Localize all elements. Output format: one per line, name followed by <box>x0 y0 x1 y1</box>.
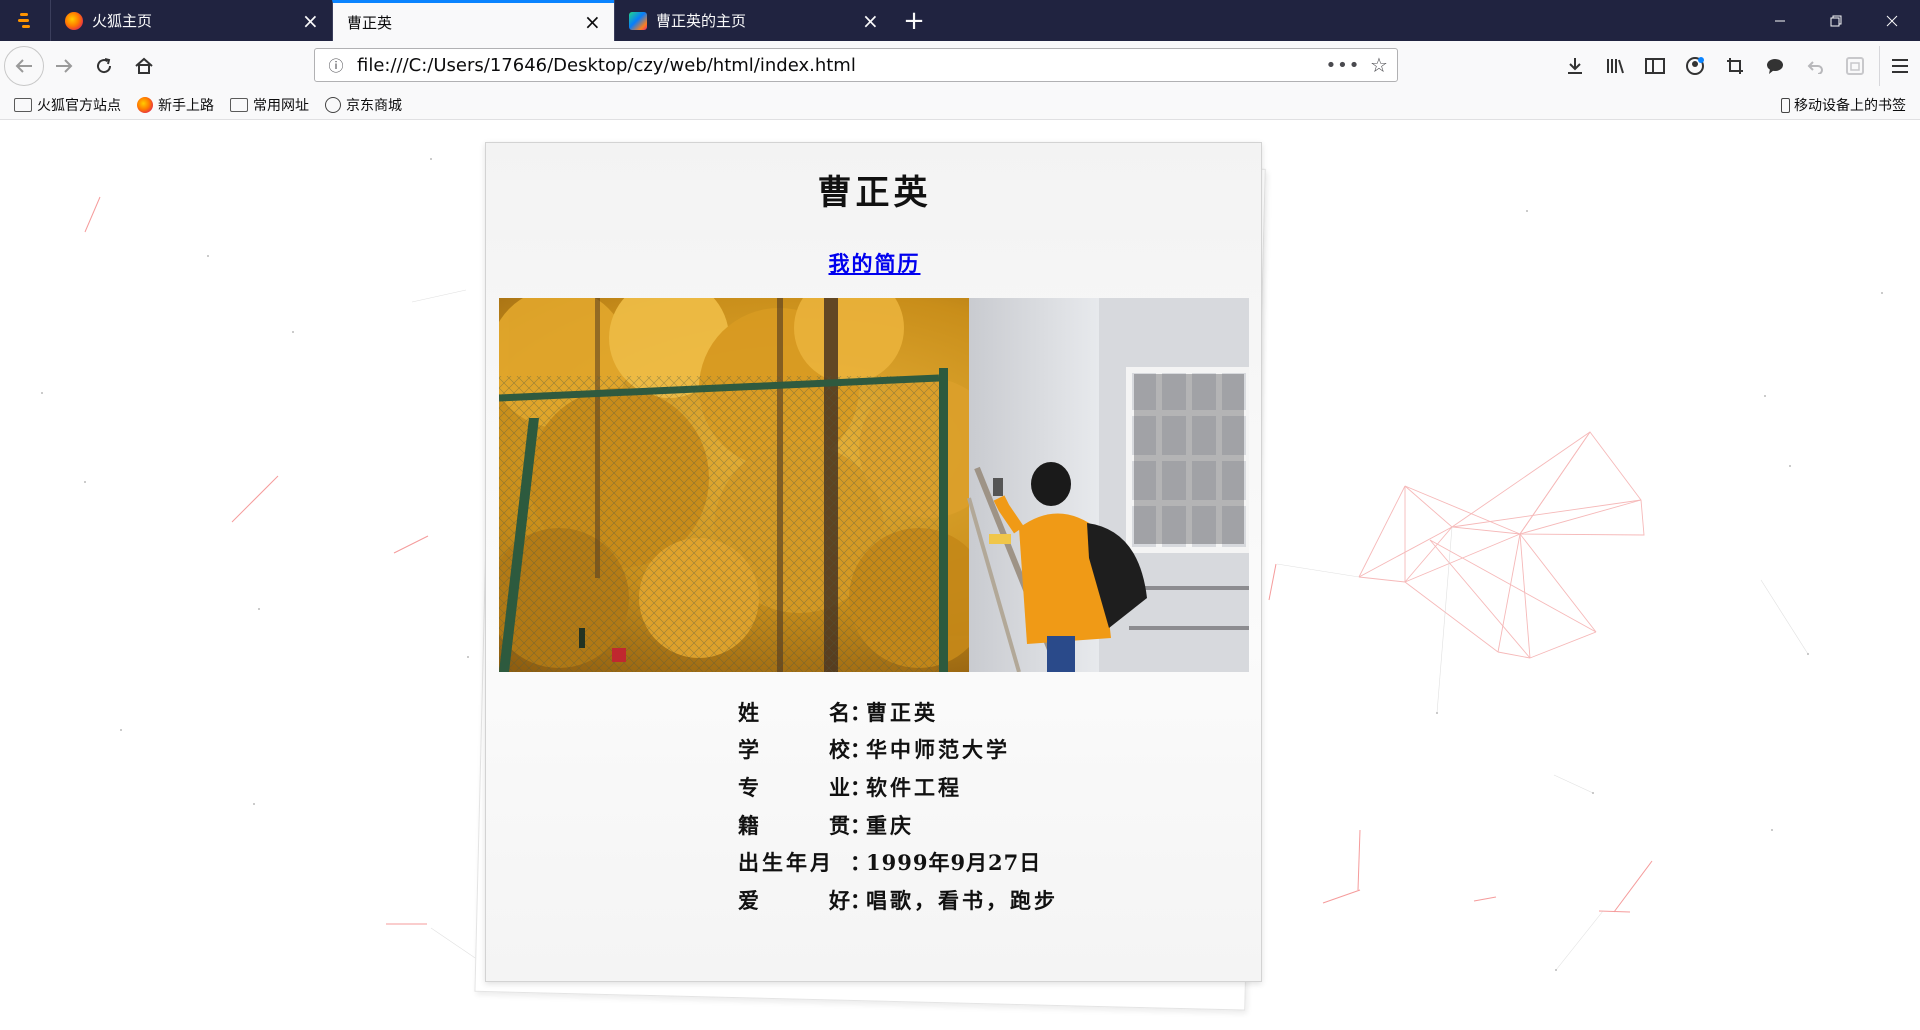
colon: ： <box>850 887 871 913</box>
library-icon[interactable] <box>1595 46 1635 86</box>
tab-firefox-home[interactable]: 火狐主页 × <box>50 0 332 41</box>
info-row-birthdate: 出生年月 ： 1999年9月27日 <box>738 843 1058 881</box>
folder-icon <box>230 98 248 112</box>
label-char: 业 <box>829 774 850 800</box>
page-actions-icon[interactable]: ••• <box>1325 55 1361 76</box>
info-value: 重庆 <box>866 812 914 838</box>
info-value: 软件工程 <box>866 774 962 800</box>
folder-icon <box>14 98 32 112</box>
mobile-bookmarks[interactable]: 移动设备上的书签 <box>1781 95 1906 115</box>
info-label: 籍贯 <box>738 810 850 840</box>
undo-icon[interactable] <box>1795 46 1835 86</box>
tab-czy-active[interactable]: 曹正英 × <box>332 0 614 41</box>
tab-title: 曹正英 <box>347 13 393 32</box>
bookmark-label: 常用网址 <box>253 98 309 114</box>
minimize-icon[interactable] <box>1752 0 1808 41</box>
page-content: 曹正英 我的简历 姓 名 ： 曹正英 学 校 ： 华中师范大学 专 业 ： 软件… <box>0 120 1920 1030</box>
label-char: 专 <box>738 774 759 800</box>
close-icon[interactable]: × <box>584 12 601 32</box>
label-char: 姓 <box>738 699 759 725</box>
tab-title: 曹正英的主页 <box>656 12 747 30</box>
info-value: 曹正英 <box>866 699 938 725</box>
info-label: 出生年月 <box>738 850 834 876</box>
info-label: 爱好 <box>738 885 850 915</box>
label-char: 籍 <box>738 812 759 838</box>
colon: ： <box>850 812 871 838</box>
bookmark-star-icon[interactable]: ☆ <box>1361 53 1397 77</box>
tab-czy-home[interactable]: 曹正英的主页 × <box>614 0 892 41</box>
info-value: 1999年9月27日 <box>866 850 1042 876</box>
phone-icon <box>1781 97 1790 113</box>
back-arrow-icon[interactable] <box>4 46 44 86</box>
my-resume-link[interactable]: 我的简历 <box>486 248 1263 278</box>
sidebar-icon[interactable] <box>1635 46 1675 86</box>
label-char: 名 <box>829 699 850 725</box>
download-icon[interactable] <box>1555 46 1595 86</box>
bookmark-common-sites[interactable]: 常用网址 <box>230 95 309 115</box>
extension-icon[interactable] <box>1835 46 1875 86</box>
firefox-menu-icon[interactable] <box>0 0 50 41</box>
colon: ： <box>850 850 871 876</box>
hamburger-menu-icon[interactable] <box>1879 46 1920 86</box>
bookmarks-toolbar: 火狐官方站点 新手上路 常用网址 京东商城 移动设备上的书签 <box>0 91 1920 120</box>
bookmark-firefox-official[interactable]: 火狐官方站点 <box>14 95 121 115</box>
chat-icon[interactable] <box>1755 46 1795 86</box>
info-label: 学校 <box>738 734 850 764</box>
label-char: 学 <box>738 737 759 763</box>
info-value: 华中师范大学 <box>866 737 1010 763</box>
label-char: 好 <box>829 887 850 913</box>
info-row-major: 专业 ： 软件工程 <box>738 768 1058 806</box>
close-icon[interactable]: × <box>862 11 879 31</box>
bookmark-label: 火狐官方站点 <box>37 98 121 114</box>
new-tab-button[interactable]: + <box>892 0 936 41</box>
title-bar: 火狐主页 × 曹正英 × 曹正英的主页 × + <box>0 0 1920 41</box>
resume-card-stack: 曹正英 我的简历 姓 名 ： 曹正英 学 校 ： 华中师范大学 专 业 ： 软件… <box>474 142 1266 1011</box>
close-icon[interactable]: × <box>302 11 319 31</box>
info-row-hometown: 籍贯 ： 重庆 <box>738 806 1058 844</box>
info-row-name: 姓名 ： 曹正英 <box>738 693 1058 731</box>
info-label: 姓名 <box>738 697 850 727</box>
info-row-school: 学校 ： 华中师范大学 <box>738 731 1058 769</box>
bookmark-getting-started[interactable]: 新手上路 <box>137 95 214 115</box>
colon: ： <box>850 699 871 725</box>
forward-arrow-icon[interactable] <box>44 46 84 86</box>
bookmark-label: 京东商城 <box>346 98 402 114</box>
info-label: 专业 <box>738 772 850 802</box>
restore-icon[interactable] <box>1808 0 1864 41</box>
info-value: 唱歌，看书，跑步 <box>866 887 1058 913</box>
info-icon[interactable]: ⓘ <box>321 55 351 76</box>
url-bar[interactable]: ⓘ file:///C:/Users/17646/Desktop/czy/web… <box>314 48 1398 82</box>
colon: ： <box>850 737 871 763</box>
personal-info: 姓名 ： 曹正英 学校 ： 华中师范大学 专业 ： 软件工程 籍贯 ： 重庆 出… <box>738 693 1058 919</box>
firefox-icon <box>65 11 83 30</box>
mobile-bookmarks-label: 移动设备上的书签 <box>1794 98 1906 114</box>
autumn-photo <box>499 298 1249 672</box>
bookmark-label: 新手上路 <box>158 98 214 114</box>
bookmark-jd-mall[interactable]: 京东商城 <box>325 95 402 115</box>
webstorm-icon <box>629 11 647 30</box>
page-title: 曹正英 <box>817 173 932 213</box>
url-text[interactable]: file:///C:/Users/17646/Desktop/czy/web/h… <box>351 55 1325 76</box>
resume-card: 曹正英 我的简历 姓 名 ： 曹正英 学 校 ： 华中师范大学 专 业 ： 软件… <box>485 142 1262 982</box>
reload-icon[interactable] <box>84 46 124 86</box>
label-char: 校 <box>829 737 850 763</box>
colon: ： <box>850 774 871 800</box>
window-close-icon[interactable] <box>1864 0 1920 41</box>
navigation-bar: ⓘ file:///C:/Users/17646/Desktop/czy/web… <box>0 41 1920 91</box>
info-row-hobbies: 爱好 ： 唱歌，看书，跑步 <box>738 881 1058 919</box>
tab-title: 火狐主页 <box>92 12 153 30</box>
home-icon[interactable] <box>124 46 164 86</box>
label-char: 贯 <box>829 812 850 838</box>
label-char: 爱 <box>738 887 759 913</box>
account-icon[interactable] <box>1675 46 1715 86</box>
screenshot-crop-icon[interactable] <box>1715 46 1755 86</box>
globe-icon <box>325 97 341 113</box>
firefox-icon <box>137 97 153 113</box>
